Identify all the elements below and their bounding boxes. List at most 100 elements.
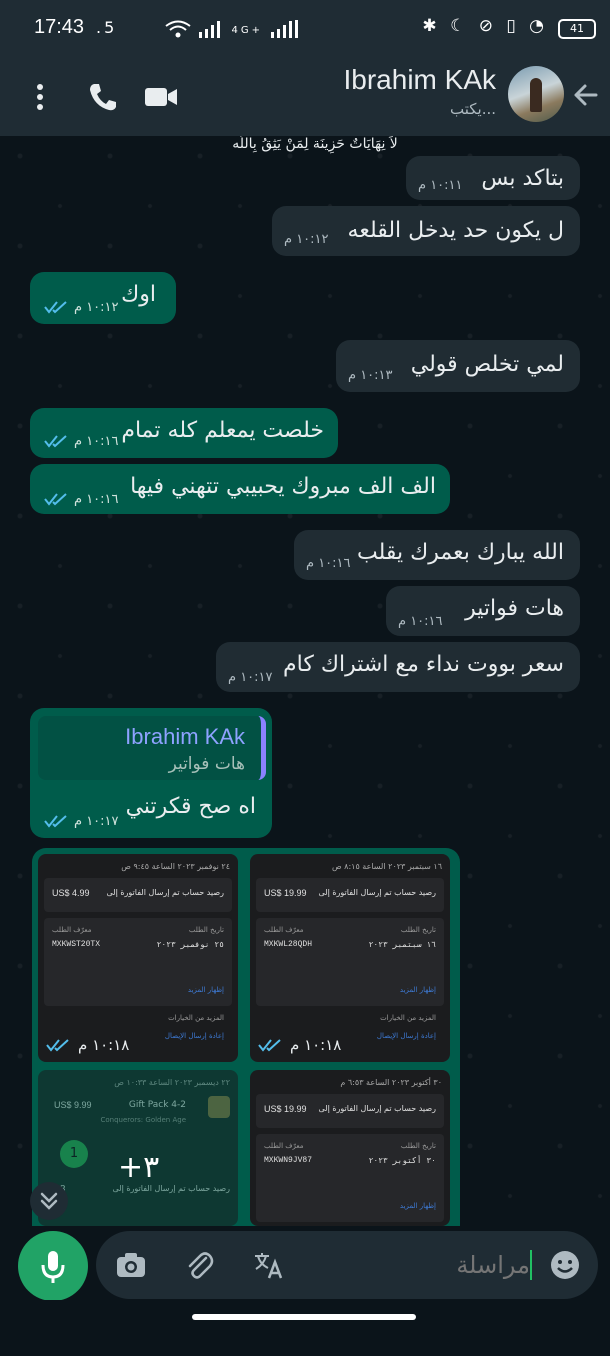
invoice-description: رصيد حساب تم إرسال الفاتورة إلى xyxy=(318,888,436,897)
translate-icon[interactable] xyxy=(252,1248,286,1282)
message-time: ١٠:١٢ م xyxy=(74,300,119,315)
invoice-image-thumb[interactable]: ٢٤ نوفمبر ٢٠٢٣ الساعة ٩:٤٥ ص US$ 4.99 رص… xyxy=(38,854,238,1062)
wifi-icon xyxy=(165,20,191,37)
message-text: خلصت يمعلم كله تمام xyxy=(121,418,324,443)
message-bubble-incoming[interactable]: ل يكون حد يدخل القلعه ١٠:١٢ م xyxy=(272,206,580,256)
message-bubble-outgoing[interactable]: الف الف مبروك يحبيبي تتهني فيها ١٠:١٦ م xyxy=(30,464,450,514)
order-id-label: معرّف الطلب xyxy=(52,926,92,934)
double-chevron-down-icon xyxy=(40,1192,58,1210)
scroll-to-bottom-button[interactable] xyxy=(30,1182,68,1220)
show-more-link: إظهار المزيد xyxy=(399,986,436,994)
invoice-image-thumb[interactable]: ٣٠ أكتوبر ٢٠٢٣ الساعة ٦:٥٣ م US$ 19.99 ر… xyxy=(250,1070,450,1226)
invoice-details-card: معرّف الطلب تاريخ الطلب MXKWST20TX ٢٥ نو… xyxy=(44,918,232,1006)
order-date-label: تاريخ الطلب xyxy=(188,926,224,934)
invoice-details-card: معرّف الطلب تاريخ الطلب MXKWN9JV87 ٣٠ أك… xyxy=(256,1134,444,1222)
message-text: ل يكون حد يدخل القلعه xyxy=(347,218,564,243)
resend-receipt-link: إعادة إرسال الإيصال xyxy=(164,1032,224,1040)
quoted-message-text: هات فواتير xyxy=(168,754,245,774)
message-time: ١٠:١٦ م xyxy=(74,492,119,507)
quoted-banner-text: لاَ نِهَايَاتٌ حَزِينَة لِمَنْ يَثِقُ بِ… xyxy=(232,136,398,152)
network-type: 4G+ xyxy=(231,25,264,36)
order-date-label: تاريخ الطلب xyxy=(400,1142,436,1150)
show-more-link: إظهار المزيد xyxy=(399,1202,436,1210)
invoice-amount: US$ 19.99 xyxy=(264,1104,307,1114)
voice-call-icon[interactable] xyxy=(84,78,122,116)
image-album[interactable]: ٢٤ نوفمبر ٢٠٢٣ الساعة ٩:٤٥ ص US$ 4.99 رص… xyxy=(32,848,460,1226)
contact-name[interactable]: Ibrahim KAk xyxy=(344,64,497,96)
message-bubble-incoming[interactable]: هات فواتير ١٠:١٦ م xyxy=(386,586,580,636)
message-composer[interactable] xyxy=(96,1231,598,1299)
invoice-amount: US$ 4.99 xyxy=(52,888,90,898)
system-nav-bar xyxy=(0,1300,610,1356)
message-bubble-incoming[interactable]: سعر بووت نداء مع اشتراك كام ١٠:١٧ م xyxy=(216,642,580,692)
unread-count-badge[interactable]: 1 xyxy=(60,1140,88,1168)
reply-message-bubble[interactable]: Ibrahim KAk هات فواتير اه صح قكرتني ١٠:١… xyxy=(30,708,272,838)
order-id: MXKWN9JV87 xyxy=(264,1156,313,1165)
voice-record-button[interactable] xyxy=(18,1231,88,1301)
message-bubble-outgoing[interactable]: خلصت يمعلم كله تمام ١٠:١٦ م xyxy=(30,408,338,458)
quoted-message[interactable]: Ibrahim KAk هات فواتير xyxy=(38,716,266,780)
image-time: ١٠:١٨ م xyxy=(78,1036,130,1054)
status-right-icons: ✱ ☾ ⊘ ▯ ◔ xyxy=(422,16,548,36)
order-id-label: معرّف الطلب xyxy=(264,1142,304,1150)
more-options-label: المزيد من الخيارات xyxy=(168,1014,224,1022)
read-receipt-icon xyxy=(44,301,67,314)
read-receipt-icon xyxy=(44,435,67,448)
message-text: هات فواتير xyxy=(465,596,564,621)
invoice-description: رصيد حساب تم إرسال الفاتورة إلى xyxy=(106,888,224,897)
alarm-off-icon: ⊘ xyxy=(478,16,497,36)
emoji-icon[interactable] xyxy=(548,1248,582,1282)
invoice-image-thumb[interactable]: ١٦ سبتمبر ٢٠٢٣ الساعة ٨:١٥ ص US$ 19.99 ر… xyxy=(250,854,450,1062)
invoice-amount-row: US$ 19.99 رصيد حساب تم إرسال الفاتورة إل… xyxy=(256,1094,444,1128)
contact-avatar[interactable] xyxy=(508,66,564,122)
more-images-count[interactable]: +٣ xyxy=(118,1150,159,1185)
video-call-icon[interactable] xyxy=(142,78,180,116)
message-bubble-incoming[interactable]: الله يبارك بعمرك يقلب ١٠:١٦ م xyxy=(294,530,580,580)
home-gesture-handle[interactable] xyxy=(192,1314,416,1320)
invoice-date-header: ٣٠ أكتوبر ٢٠٢٣ الساعة ٦:٥٣ م xyxy=(340,1078,442,1087)
message-time: ١٠:١٦ م xyxy=(74,434,119,449)
message-text: الله يبارك بعمرك يقلب xyxy=(357,540,564,565)
invoice-amount-row: US$ 4.99 رصيد حساب تم إرسال الفاتورة إلى xyxy=(44,878,232,912)
read-receipt-icon xyxy=(258,1039,281,1052)
product-subtitle: Conquerors: Golden Age xyxy=(100,1116,186,1124)
show-more-link: إظهار المزيد xyxy=(187,986,224,994)
camera-icon[interactable] xyxy=(114,1248,148,1282)
message-text: اه صح قكرتني xyxy=(125,794,256,819)
message-bubble-incoming[interactable]: لمي تخلص قولي ١٠:١٣ م xyxy=(336,340,580,392)
chat-header: Ibrahim KAk يكتب... xyxy=(0,60,610,136)
invoice-amount: US$ 19.99 xyxy=(264,888,307,898)
invoice-date-header: ٢٢ ديسمبر ٢٠٢٣ الساعة ١٠:٣٣ ص xyxy=(114,1078,230,1087)
invoice-date-header: ٢٤ نوفمبر ٢٠٢٣ الساعة ٩:٤٥ ص xyxy=(121,862,230,871)
message-input[interactable] xyxy=(410,1249,530,1281)
message-text: سعر بووت نداء مع اشتراك كام xyxy=(283,652,564,677)
invoice-details-card: معرّف الطلب تاريخ الطلب MXKWL28QDH ١٦ سب… xyxy=(256,918,444,1006)
order-date: ١٦ سبتمبر ٢٠٢٣ xyxy=(368,941,436,950)
message-time: ١٠:١٣ م xyxy=(348,368,393,383)
read-receipt-icon xyxy=(44,493,67,506)
status-time: 17:43 xyxy=(34,16,85,38)
order-date: ٣٠ أكتوبر ٢٠٢٣ xyxy=(368,1157,436,1166)
order-date: ٢٥ نوفمبر ٢٠٢٣ xyxy=(156,941,224,950)
dnd-moon-icon: ☾ xyxy=(450,16,470,36)
signal-icon xyxy=(199,20,221,38)
more-options-icon[interactable] xyxy=(22,78,58,116)
more-options-label: المزيد من الخيارات xyxy=(380,1014,436,1022)
message-time: ١٠:١٧ م xyxy=(74,814,119,829)
invoice-amount-row: US$ 19.99 رصيد حساب تم إرسال الفاتورة إل… xyxy=(256,878,444,912)
signal-icon-2 xyxy=(271,19,299,38)
invoice-description: Gift Pack 4-2 xyxy=(128,1100,186,1110)
attach-paperclip-icon[interactable] xyxy=(182,1248,216,1282)
back-arrow-icon[interactable] xyxy=(568,78,602,112)
message-bubble-outgoing[interactable]: اوك ١٠:١٢ م xyxy=(30,272,176,324)
message-text: اوك xyxy=(121,282,156,307)
message-text: لمي تخلص قولي xyxy=(410,352,564,377)
message-time: ١٠:١٢ م xyxy=(284,232,329,247)
quoted-sender-name: Ibrahim KAk xyxy=(125,724,245,749)
read-receipt-icon xyxy=(44,815,67,828)
order-id: MXKWST20TX xyxy=(52,940,101,949)
chat-area[interactable]: لاَ نِهَايَاتٌ حَزِينَة لِمَنْ يَثِقُ بِ… xyxy=(0,136,610,1226)
wifi-status-icon: ◔ xyxy=(529,16,548,36)
image-time: ١٠:١٨ م xyxy=(290,1036,342,1054)
message-bubble-incoming[interactable]: بتاكد بس ١٠:١١ م xyxy=(406,156,580,200)
